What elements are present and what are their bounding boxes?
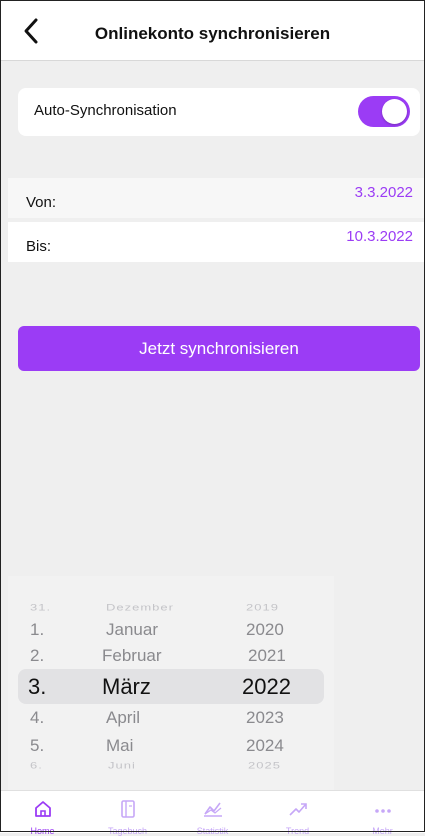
picker-year-column[interactable]: 2019 2020 2021 2022 2023 2024 2025: [242, 576, 312, 790]
picker-month-item: Juni: [108, 760, 136, 771]
from-date-row[interactable]: Von: 3.3.2022: [8, 178, 425, 218]
tab-mehr-label: Mehr: [372, 826, 393, 836]
picker-year-item: 2019: [246, 602, 279, 613]
tab-tagebuch[interactable]: Tagebuch: [85, 791, 170, 836]
tab-mehr[interactable]: Mehr: [340, 791, 425, 836]
picker-month-item: Dezember: [106, 602, 174, 613]
navigation-bar: Onlinekonto synchronisieren: [0, 0, 425, 61]
picker-month-item: Februar: [102, 646, 162, 665]
picker-day-item: 1.: [30, 620, 45, 639]
from-date-label: Von:: [26, 194, 57, 211]
book-icon: [120, 800, 135, 818]
picker-day-item: 31.: [30, 602, 52, 613]
toggle-knob: [382, 99, 407, 124]
more-icon: [374, 809, 391, 813]
picker-year-selected: 2022: [242, 674, 291, 699]
tab-home[interactable]: Home: [0, 791, 85, 836]
auto-sync-toggle[interactable]: [358, 96, 410, 127]
from-date-value[interactable]: 3.3.2022: [355, 184, 413, 201]
auto-sync-label: Auto-Synchronisation: [34, 102, 177, 119]
tab-statistik[interactable]: Statistik: [170, 791, 255, 836]
trend-icon: [288, 803, 307, 816]
picker-month-item: April: [106, 708, 141, 727]
picker-year-item: 2020: [246, 620, 284, 639]
sync-now-button[interactable]: Jetzt synchronisieren: [18, 326, 420, 371]
picker-year-item: 2023: [246, 708, 284, 727]
picker-day-item: 6.: [30, 760, 43, 771]
tab-home-label: Home: [30, 826, 55, 836]
home-icon: [34, 801, 51, 817]
picker-day-item: 4.: [30, 708, 45, 727]
tab-tagebuch-label: Tagebuch: [107, 826, 148, 836]
picker-month-item: Mai: [106, 736, 134, 755]
to-date-value[interactable]: 10.3.2022: [346, 228, 413, 245]
picker-month-item: Januar: [106, 620, 158, 639]
picker-day-item: 5.: [30, 736, 45, 755]
chart-icon: [203, 802, 222, 817]
picker-year-item: 2024: [246, 736, 284, 755]
picker-year-item: 2021: [248, 646, 286, 665]
tab-bar: Home Tagebuch Statistik Trend Mehr: [0, 790, 425, 836]
tab-statistik-label: Statistik: [196, 826, 229, 836]
date-picker[interactable]: 31. 1. 2. 3. 4. 5. 6. Dezember Januar Fe…: [8, 576, 334, 790]
to-date-label: Bis:: [26, 238, 52, 255]
to-date-row[interactable]: Bis: 10.3.2022: [8, 222, 425, 262]
auto-sync-card: Auto-Synchronisation: [18, 88, 420, 136]
tab-trend-label: Trend: [285, 826, 310, 836]
picker-year-item: 2025: [248, 760, 281, 771]
picker-day-selected: 3.: [28, 674, 47, 699]
picker-month-column[interactable]: Dezember Januar Februar März April Mai J…: [102, 576, 224, 790]
page-title: Onlinekonto synchronisieren: [94, 24, 331, 43]
picker-day-item: 2.: [30, 646, 45, 665]
picker-month-selected: März: [102, 674, 151, 699]
tab-trend[interactable]: Trend: [255, 791, 340, 836]
picker-day-column[interactable]: 31. 1. 2. 3. 4. 5. 6.: [28, 576, 88, 790]
